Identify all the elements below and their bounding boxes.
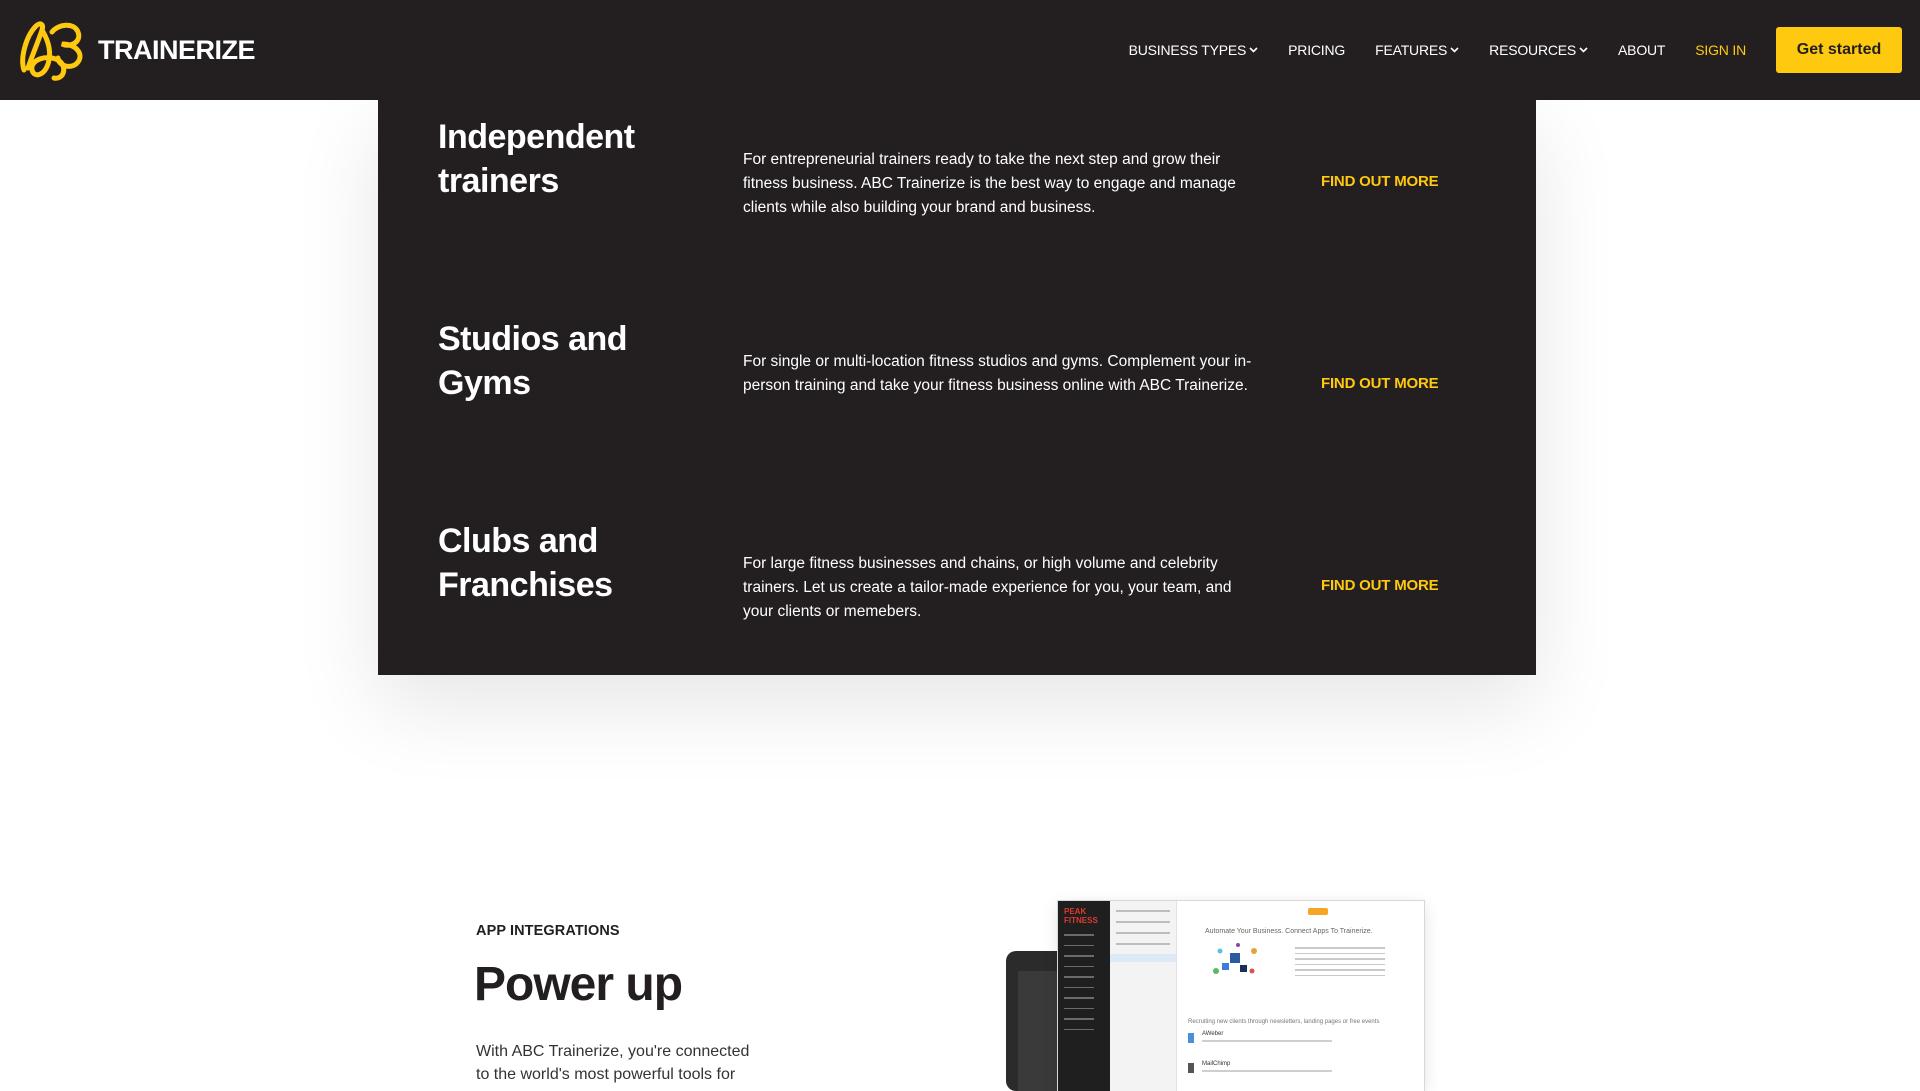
nav-features[interactable]: FEATURES [1375, 42, 1459, 58]
business-type-description: For large fitness businesses and chains,… [743, 555, 1232, 620]
mockup-subheading: Recruiting new clients through newslette… [1188, 1019, 1380, 1025]
integration-name: AWeber [1202, 1031, 1224, 1037]
business-type-row: Studios and Gyms For single or multi-loc… [378, 317, 1536, 467]
section-eyebrow: APP INTEGRATIONS [476, 923, 620, 939]
abc-logo-icon [20, 21, 83, 81]
business-type-title: Studios and Gyms [438, 320, 628, 402]
mockup-text-lines [1295, 943, 1385, 980]
main-nav: BUSINESS TYPES PRICING FEATURES RESOURCE… [1129, 0, 1920, 100]
integrations-burst-icon [1213, 943, 1257, 974]
logo-wordmark: TRAINERIZE [98, 34, 256, 65]
section-heading: Power up [474, 958, 683, 1011]
nav-resources[interactable]: RESOURCES [1489, 42, 1588, 58]
top-navbar: TRAINERIZE BUSINESS TYPES PRICING FEATUR… [0, 0, 1920, 100]
mockup-integration-item: AWeber [1188, 1031, 1408, 1047]
nav-label: FEATURES [1375, 42, 1448, 58]
nav-label: RESOURCES [1489, 42, 1577, 58]
business-type-title: Independent trainers [438, 118, 635, 200]
nav-label: ABOUT [1618, 42, 1666, 58]
business-types-card: Independent trainers For entrepreneurial… [378, 100, 1536, 675]
nav-business-types[interactable]: BUSINESS TYPES [1129, 42, 1259, 58]
business-type-row: Independent trainers For entrepreneurial… [378, 115, 1536, 265]
mockup-brand: PEAK FITNESS [1064, 907, 1098, 925]
mockup-sidebar: PEAK FITNESS [1058, 901, 1110, 1091]
nav-sign-in[interactable]: SIGN IN [1695, 42, 1746, 58]
chevron-down-icon [1249, 47, 1258, 53]
find-out-more-link[interactable]: FIND OUT MORE [1321, 577, 1439, 594]
mailchimp-icon [1188, 1063, 1194, 1073]
nav-pricing[interactable]: PRICING [1288, 42, 1345, 58]
app-screenshot-mockup: PEAK FITNESS Automate Your Business. Con… [1058, 901, 1424, 1091]
nav-label: BUSINESS TYPES [1128, 42, 1247, 58]
find-out-more-link[interactable]: FIND OUT MORE [1321, 173, 1439, 190]
business-type-description: For entrepreneurial trainers ready to ta… [743, 151, 1236, 216]
integration-name: MailChimp [1202, 1061, 1231, 1067]
business-type-row: Clubs and Franchises For large fitness b… [378, 519, 1536, 669]
nav-about[interactable]: ABOUT [1618, 42, 1665, 58]
find-out-more-link[interactable]: FIND OUT MORE [1321, 375, 1439, 392]
trainerize-logo[interactable]: TRAINERIZE [18, 18, 256, 82]
mockup-menu [1064, 925, 1104, 1039]
section-body: With ABC Trainerize, you're connected to… [476, 1043, 750, 1083]
get-started-button[interactable]: Get started [1776, 27, 1902, 73]
mockup-badge [1308, 908, 1328, 915]
mockup-heading: Automate Your Business. Connect Apps To … [1205, 928, 1373, 935]
nav-label: SIGN IN [1695, 42, 1746, 58]
chevron-down-icon [1579, 47, 1588, 53]
nav-label: PRICING [1288, 42, 1346, 58]
mockup-integration-item: MailChimp [1188, 1061, 1408, 1077]
business-type-description: For single or multi-location fitness stu… [743, 353, 1252, 394]
aweber-icon [1188, 1033, 1194, 1043]
mockup-submenu [1110, 901, 1177, 1091]
chevron-down-icon [1450, 47, 1459, 53]
business-type-title: Clubs and Franchises [438, 522, 613, 604]
